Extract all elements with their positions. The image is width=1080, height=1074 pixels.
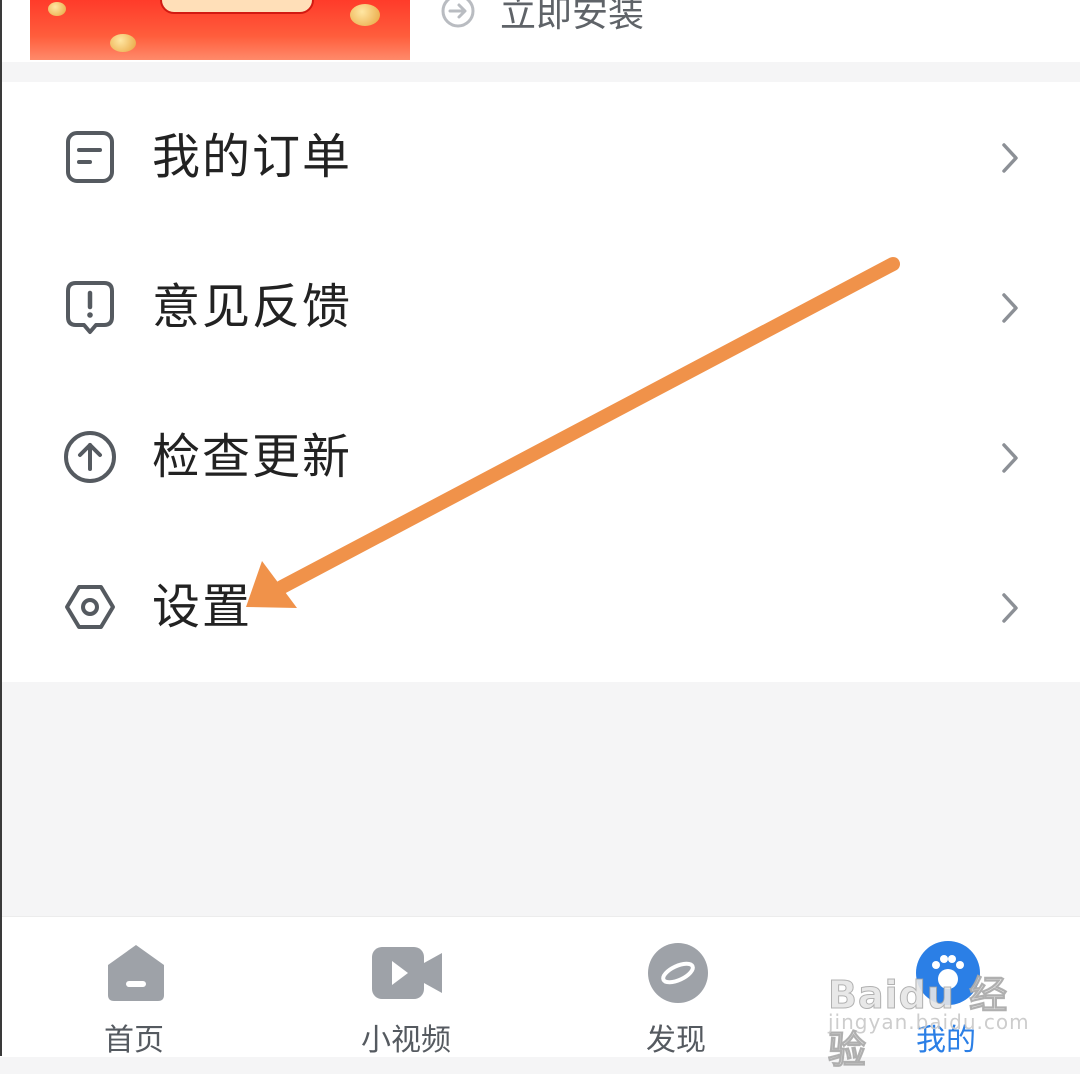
left-edge [0, 0, 2, 1056]
tab-home[interactable]: 首页 [34, 917, 234, 1058]
baidu-jingyan-watermark: Baidu 经验 jingyan.baidu.com [828, 964, 1030, 1073]
menu-item-my-orders[interactable]: 我的订单 [0, 82, 1080, 232]
top-promo-row: 立即安装 [0, 0, 1080, 62]
menu-item-check-update[interactable]: 检查更新 [0, 382, 1080, 532]
install-label: 立即安装 [500, 0, 645, 35]
install-arrow-icon [441, 0, 475, 28]
menu-item-label: 我的订单 [152, 129, 353, 185]
tab-short-video[interactable]: 小视频 [306, 917, 506, 1058]
menu-item-label: 设置 [152, 579, 253, 635]
coin-decoration [350, 4, 380, 26]
settings-menu-list: 我的订单 意见反馈 检查更新 设置 [0, 82, 1080, 682]
tab-label: 发现 [646, 1023, 706, 1058]
settings-icon [65, 585, 115, 629]
tab-discover[interactable]: 发现 [576, 917, 776, 1058]
order-icon [66, 131, 114, 183]
watermark-url: jingyan.baidu.com [828, 1010, 1030, 1034]
chevron-right-icon [1002, 143, 1018, 173]
menu-item-feedback[interactable]: 意见反馈 [0, 232, 1080, 382]
video-icon [372, 947, 442, 999]
install-button[interactable]: 立即安装 [440, 0, 644, 36]
promo-banner-image[interactable] [30, 0, 410, 60]
menu-item-label: 检查更新 [152, 429, 353, 485]
coin-decoration [110, 34, 136, 52]
chevron-right-icon [1002, 293, 1018, 323]
home-icon [108, 945, 164, 1001]
menu-item-label: 意见反馈 [152, 279, 353, 335]
coin-decoration [48, 2, 66, 16]
banner-button-shape [160, 0, 314, 14]
update-icon [64, 431, 116, 483]
menu-item-settings[interactable]: 设置 [0, 532, 1080, 682]
discover-icon [648, 943, 708, 1003]
tab-label: 小视频 [361, 1023, 451, 1058]
feedback-icon [66, 281, 114, 334]
chevron-right-icon [1002, 593, 1018, 623]
chevron-right-icon [1002, 443, 1018, 473]
tab-label: 首页 [104, 1023, 164, 1058]
